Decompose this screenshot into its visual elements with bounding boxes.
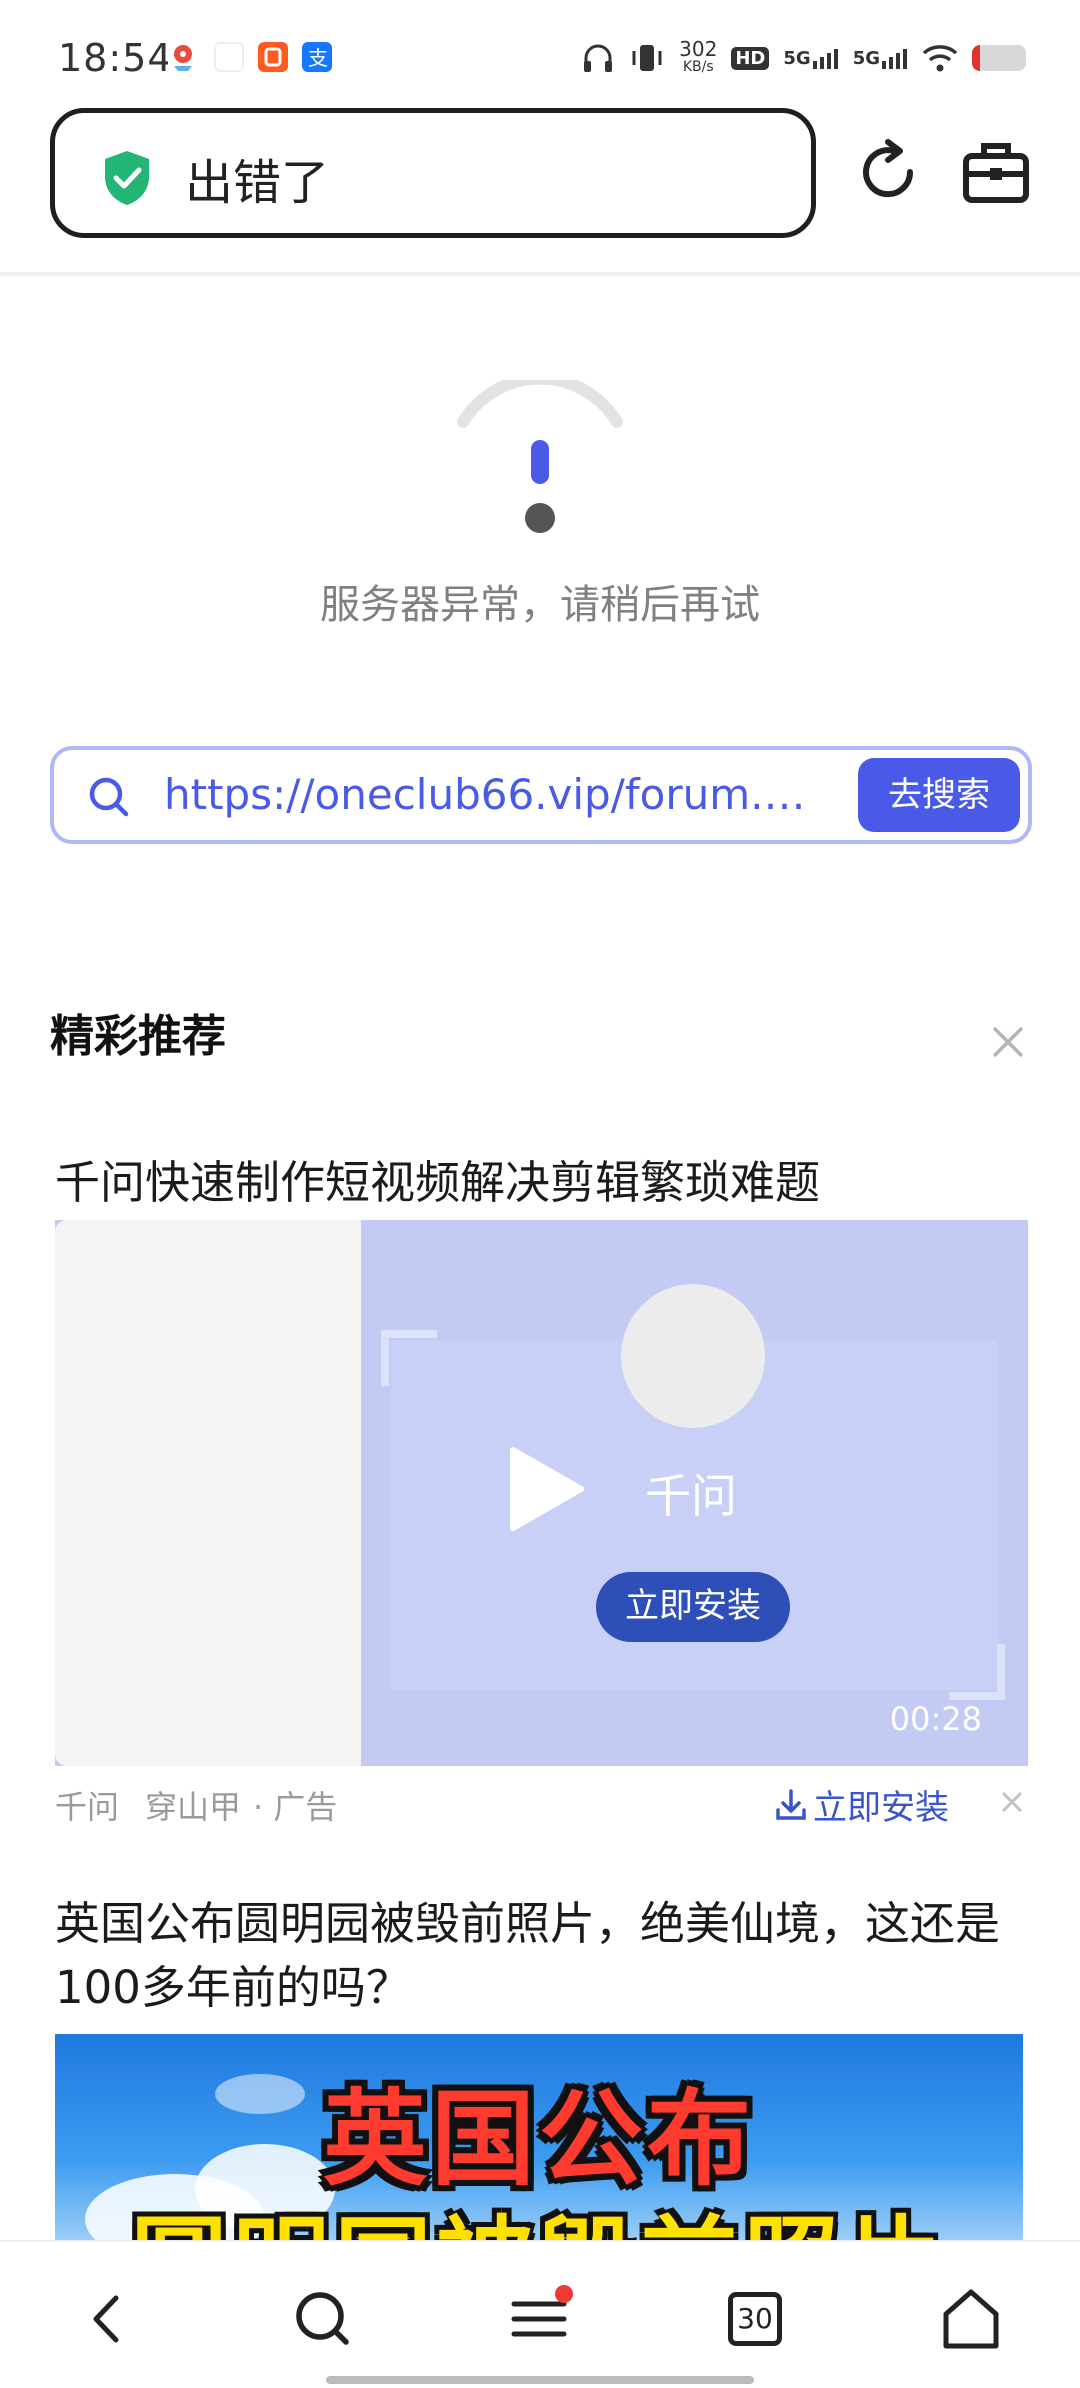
ad-app-name: 千问	[645, 1469, 737, 1523]
net-speed-unit: KB/s	[682, 59, 714, 75]
status-time: 18:54	[58, 36, 173, 80]
thumbnail-subheadline: 圆明园被毁前照片	[55, 2184, 1023, 2244]
headphone-icon	[584, 44, 613, 72]
menu-icon[interactable]	[504, 2284, 574, 2354]
ad-install-label: 立即安装	[813, 1788, 949, 1828]
net-speed-value: 302	[679, 37, 718, 61]
notification-badge	[555, 2285, 573, 2303]
video-duration: 00:28	[889, 1700, 982, 1738]
shield-check-icon	[105, 151, 149, 205]
install-button[interactable]: 立即安装	[596, 1572, 790, 1642]
home-icon[interactable]	[936, 2284, 1006, 2354]
signal-5g-2: 5G	[853, 47, 908, 69]
home-indicator[interactable]	[326, 2376, 754, 2384]
frame-corner	[381, 1330, 437, 1386]
frame-corner	[949, 1644, 1005, 1700]
search-button[interactable]: 去搜索	[858, 758, 1020, 832]
battery-icon	[972, 45, 1026, 71]
net-speed: 302 KB/s	[679, 37, 718, 76]
search-icon[interactable]	[288, 2284, 358, 2354]
download-icon	[776, 1788, 806, 1820]
app-avatar	[621, 1284, 765, 1428]
ad-tag: 穿山甲	[145, 1788, 242, 1826]
page-title: 出错了	[185, 155, 330, 211]
signal-bars-icon	[882, 49, 907, 69]
thumbnail-headline: 英国公布	[322, 2078, 755, 2200]
article-title[interactable]: 英国公布圆明园被毁前照片，绝美仙境，这还是100多年前的吗？	[55, 1892, 1035, 2020]
search-input[interactable]: https://oneclub66.vip/forum.…	[164, 770, 884, 819]
bottom-nav: 30	[0, 2240, 1080, 2388]
signal-5g-1: 5G	[783, 47, 838, 69]
back-icon[interactable]	[72, 2284, 142, 2354]
header-divider	[0, 272, 1080, 276]
toolbox-icon[interactable]	[956, 132, 1036, 212]
hd-icon: HD	[731, 46, 770, 70]
article-thumbnail[interactable]: 英国公布 圆明园被毁前照片	[55, 2034, 1023, 2244]
map-app-icon	[168, 42, 198, 72]
play-icon[interactable]	[507, 1444, 587, 1534]
ad-source: 千问	[55, 1788, 120, 1826]
no-signal-error-icon	[457, 380, 623, 533]
status-bar: 18:54 支 302 KB/s HD 5G 5G	[0, 0, 1080, 100]
tabs-button[interactable]: 30	[720, 2284, 790, 2354]
error-message: 服务器异常，请稍后再试	[320, 582, 760, 628]
svg-text:支: 支	[308, 46, 328, 70]
ad-install-link[interactable]: 立即安装	[775, 1780, 949, 1829]
video-placeholder	[55, 1220, 361, 1766]
signal-2-label: 5G	[852, 48, 880, 69]
recommend-title: 精彩推荐	[50, 1011, 226, 1062]
search-bar[interactable]: https://oneclub66.vip/forum.… 去搜索	[50, 746, 1032, 844]
blank-app-icon	[214, 42, 244, 72]
signal-1-label: 5G	[783, 48, 811, 69]
close-icon[interactable]	[1000, 1790, 1024, 1814]
vibrate-icon	[632, 45, 662, 71]
article-title[interactable]: 千问快速制作短视频解决剪辑繁琐难题	[55, 1146, 820, 1211]
tabs-count: 30	[728, 2292, 782, 2346]
wifi-icon	[922, 45, 958, 72]
signal-bars-icon	[812, 49, 838, 69]
ad-meta: 千问 穿山甲 · 广告	[55, 1782, 363, 1828]
status-right: 302 KB/s HD 5G 5G	[581, 37, 1026, 76]
search-icon	[89, 777, 129, 817]
alipay-app-icon: 支	[302, 42, 332, 72]
refresh-icon[interactable]	[848, 132, 928, 212]
ad-label: · 广告	[253, 1788, 338, 1826]
taobao-app-icon	[258, 42, 288, 72]
close-icon[interactable]	[988, 1022, 1028, 1062]
address-bar[interactable]: 出错了	[50, 108, 816, 238]
ad-video[interactable]: 千问 立即安装 00:28	[55, 1220, 1028, 1766]
